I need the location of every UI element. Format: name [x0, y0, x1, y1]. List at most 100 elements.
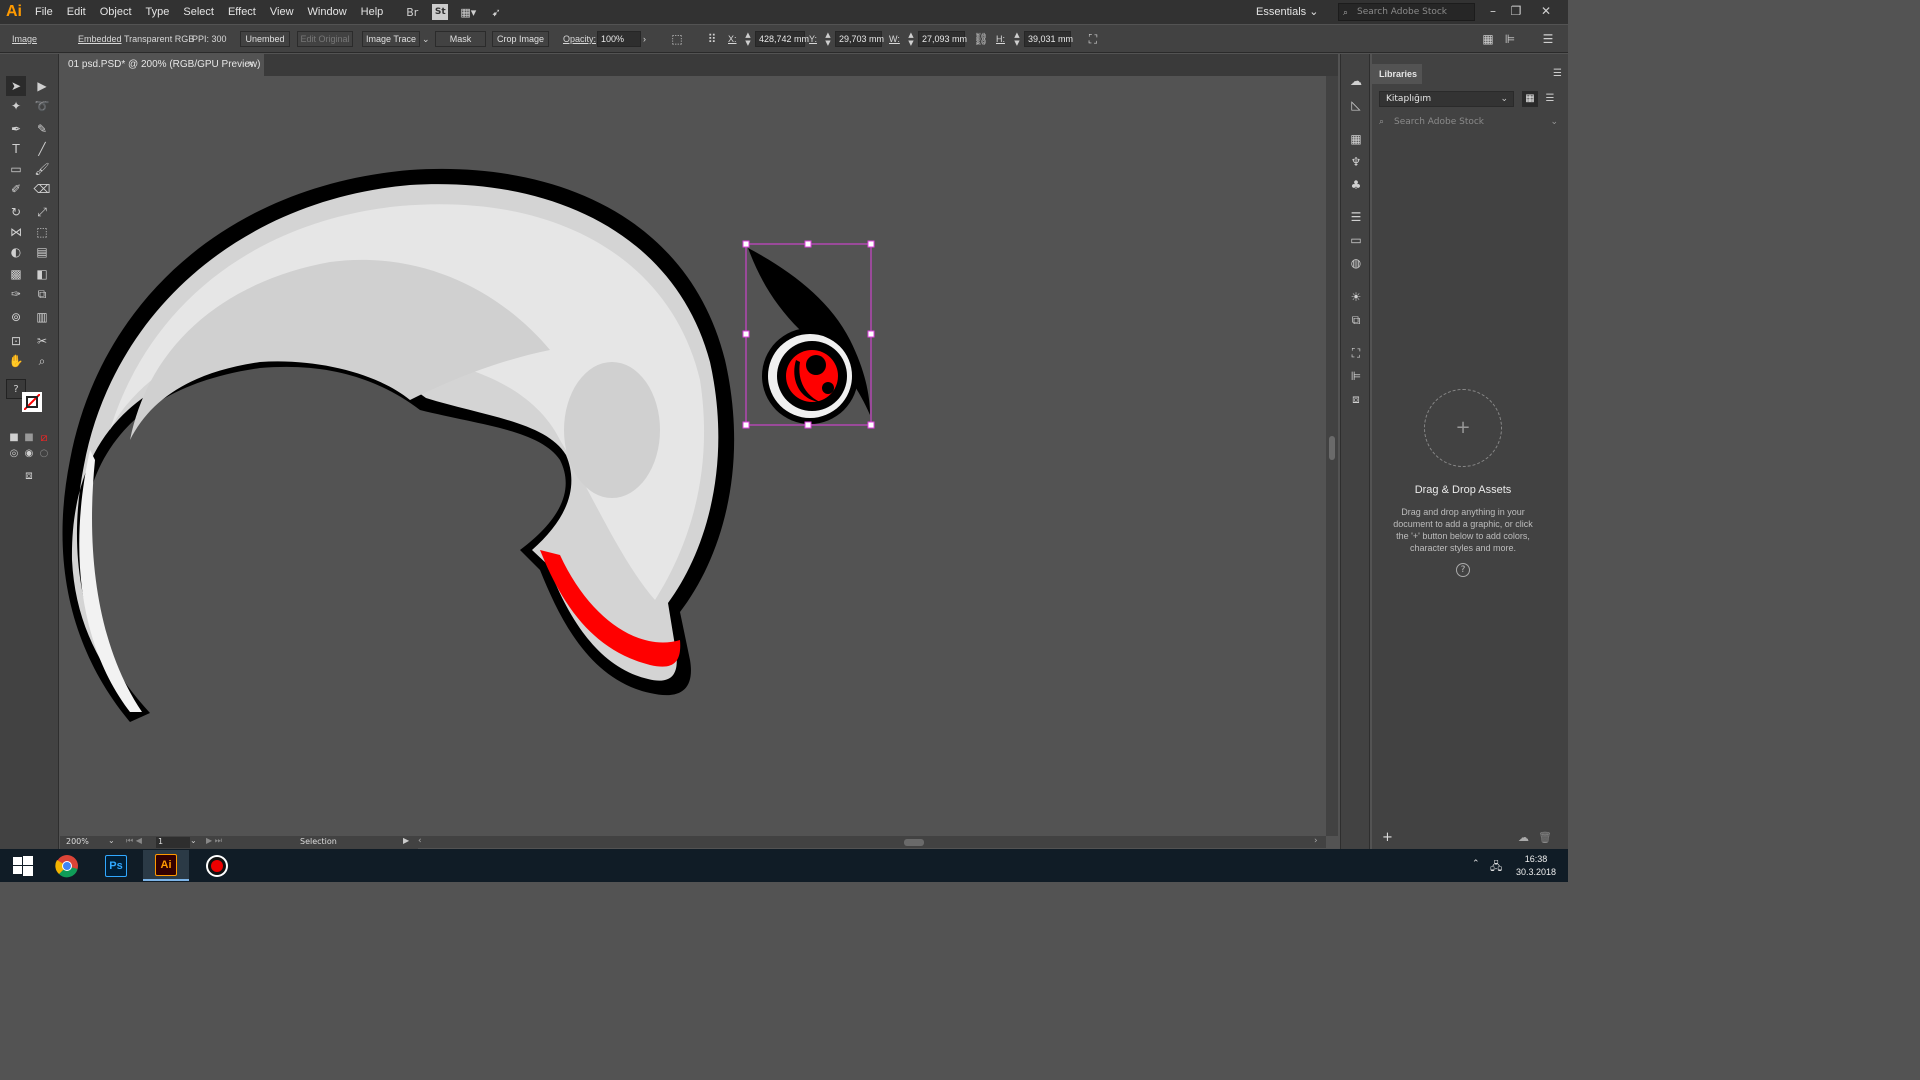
library-select[interactable]: Kitaplığım ⌄	[1379, 91, 1514, 107]
lasso-icon[interactable]: ➰	[32, 96, 52, 116]
menu-view[interactable]: View	[263, 0, 301, 24]
mask-button[interactable]: Mask	[435, 31, 486, 47]
artboard-tool-icon[interactable]: ⊡	[6, 331, 26, 351]
tray-chevron-icon[interactable]: ⌃	[1472, 859, 1480, 869]
curvature-tool-icon[interactable]: ✎	[32, 119, 52, 139]
brushes-icon[interactable]: ♆	[1347, 153, 1365, 171]
h-field[interactable]: 39,031 mm	[1024, 31, 1073, 47]
type-tool-icon[interactable]: T	[6, 139, 26, 159]
close-tab-icon[interactable]: ×	[248, 54, 254, 76]
rotate-tool-icon[interactable]: ↻	[6, 202, 26, 222]
horizontal-scroll-thumb[interactable]	[904, 839, 924, 846]
grid-view-icon[interactable]: ▦	[1522, 91, 1538, 107]
zoom-tool-icon[interactable]: ⌕	[32, 351, 52, 371]
symbol-sprayer-icon[interactable]: ⊚	[6, 307, 26, 327]
edit-original-button[interactable]: Edit Original	[297, 31, 353, 47]
add-content-icon[interactable]: +	[1382, 830, 1393, 845]
constrain-proportions-icon[interactable]: ⛓	[973, 31, 989, 47]
network-icon[interactable]: 🖧	[1490, 858, 1502, 877]
menu-file[interactable]: File	[28, 0, 60, 24]
pen-tool-icon[interactable]: ✒	[6, 119, 26, 139]
arrange-documents-icon[interactable]: ▦▾	[460, 4, 476, 20]
scroll-left-icon[interactable]: ‹	[418, 836, 422, 846]
arrange-icon[interactable]: ▦	[1480, 31, 1496, 47]
line-tool-icon[interactable]: ╱	[32, 139, 52, 159]
draw-inside-icon[interactable]: ○	[34, 444, 54, 464]
y-stepper-icon[interactable]: ▲ ▼	[823, 31, 833, 47]
slice-tool-icon[interactable]: ✂	[32, 331, 52, 351]
object-type-label[interactable]: Image	[12, 32, 37, 46]
paintbrush-icon[interactable]: 🖌	[32, 159, 52, 179]
libraries-tab[interactable]: Libraries	[1372, 64, 1422, 84]
chrome-taskbar-button[interactable]	[44, 850, 90, 881]
transform-icon[interactable]: ⛶	[1085, 31, 1101, 47]
swatches-icon[interactable]: ▦	[1347, 130, 1365, 148]
menu-help[interactable]: Help	[354, 0, 391, 24]
zoom-level[interactable]: 200%	[66, 837, 89, 846]
search-stock-input[interactable]: ⌕ Search Adobe Stock	[1338, 3, 1475, 21]
horizontal-scrollbar[interactable]: ‹ ›	[418, 836, 1326, 848]
vertical-scrollbar[interactable]	[1326, 76, 1338, 836]
artboard-number-field[interactable]: 1	[156, 837, 190, 848]
start-button[interactable]	[0, 850, 46, 881]
selection-tool-icon[interactable]: ➤	[6, 76, 26, 96]
scale-tool-icon[interactable]: ⤢	[32, 202, 52, 222]
y-field[interactable]: 29,703 mm	[835, 31, 884, 47]
free-transform-icon[interactable]: ⬚	[32, 222, 52, 242]
w-field[interactable]: 27,093 mm	[918, 31, 967, 47]
column-graph-icon[interactable]: ▥	[32, 307, 52, 327]
x-field[interactable]: 428,742 mm	[755, 31, 809, 47]
scroll-right-icon[interactable]: ›	[1314, 836, 1318, 846]
transparency-icon[interactable]: ◍	[1347, 254, 1365, 272]
w-stepper-icon[interactable]: ▲ ▼	[906, 31, 916, 47]
align-icon[interactable]: ⊫	[1502, 31, 1518, 47]
select-similar-icon[interactable]: ⬚	[669, 31, 685, 47]
menu-object[interactable]: Object	[93, 0, 139, 24]
width-tool-icon[interactable]: ⋈	[6, 222, 26, 242]
appearance-icon[interactable]: ☀	[1347, 288, 1365, 306]
sync-status-icon[interactable]: ☁	[1518, 831, 1529, 844]
rectangle-tool-icon[interactable]: ▭	[6, 159, 26, 179]
menu-edit[interactable]: Edit	[60, 0, 93, 24]
stroke-icon[interactable]: ☰	[1347, 208, 1365, 226]
last-artboard-icon[interactable]: ▶ ⏭	[206, 836, 222, 846]
gradient-icon[interactable]: ▭	[1347, 231, 1365, 249]
magic-wand-icon[interactable]: ✦	[6, 96, 26, 116]
gpu-performance-icon[interactable]: ➹	[488, 4, 504, 20]
artboard-canvas[interactable]	[60, 76, 1326, 836]
blend-tool-icon[interactable]: ⧉	[32, 284, 52, 304]
document-tab[interactable]: 01 psd.PSD* @ 200% (RGB/GPU Preview) ×	[60, 54, 264, 76]
transform-panel-icon[interactable]: ⛶	[1347, 344, 1365, 362]
screen-mode-icon[interactable]: ⧈	[19, 465, 39, 485]
photoshop-taskbar-button[interactable]: Ps	[93, 850, 139, 881]
image-trace-button[interactable]: Image Trace	[362, 31, 420, 47]
vertical-scroll-thumb[interactable]	[1329, 436, 1335, 460]
direct-selection-tool-icon[interactable]: ▶	[32, 76, 52, 96]
pathfinder-icon[interactable]: ⧈	[1347, 390, 1365, 408]
restore-icon[interactable]: ❐	[1503, 0, 1529, 22]
properties-icon[interactable]: ◺	[1347, 96, 1365, 114]
mesh-tool-icon[interactable]: ▩	[6, 264, 26, 284]
library-search-dropdown-icon[interactable]: ⌄	[1550, 113, 1558, 131]
panel-menu-icon[interactable]: ☰	[1553, 68, 1562, 79]
perspective-grid-icon[interactable]: ▤	[32, 242, 52, 262]
align-panel-icon[interactable]: ⊫	[1347, 367, 1365, 385]
image-trace-dropdown-icon[interactable]: ⌄	[422, 32, 430, 46]
first-artboard-icon[interactable]: ⏮ ◀	[126, 836, 142, 846]
crop-image-button[interactable]: Crop Image	[492, 31, 549, 47]
symbols-icon[interactable]: ♣	[1347, 176, 1365, 194]
system-clock[interactable]: 16:38 30.3.2018	[1514, 853, 1558, 879]
opacity-field[interactable]: 100%	[597, 31, 641, 47]
hand-tool-icon[interactable]: ✋	[6, 351, 26, 371]
illustrator-taskbar-button[interactable]: Ai	[143, 850, 189, 881]
zoom-dropdown-icon[interactable]: ⌄	[108, 836, 115, 845]
delete-icon[interactable]: 🗑	[1538, 831, 1552, 844]
unembed-button[interactable]: Unembed	[240, 31, 290, 47]
artboard-dropdown-icon[interactable]: ⌄	[190, 836, 197, 845]
eyedropper-icon[interactable]: ✑	[6, 284, 26, 304]
workspace-switcher[interactable]: Essentials ⌄	[1256, 0, 1318, 24]
library-search-input[interactable]: ⌕ Search Adobe Stock ⌄	[1372, 113, 1568, 131]
add-asset-circle[interactable]: +	[1424, 389, 1502, 467]
eraser-icon[interactable]: ⌫	[32, 179, 52, 199]
x-stepper-icon[interactable]: ▲ ▼	[743, 31, 753, 47]
